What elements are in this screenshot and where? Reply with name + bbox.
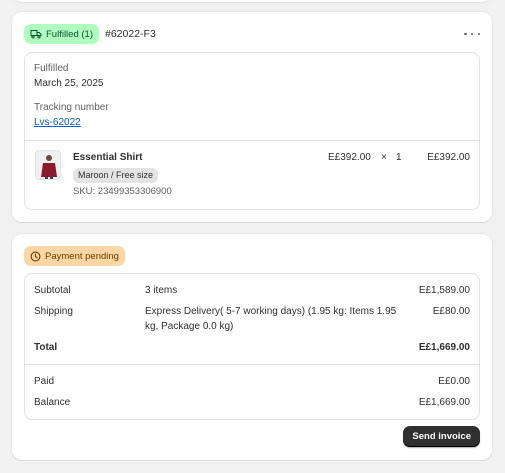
- fulfilled-badge-label: Fulfilled (1): [46, 28, 93, 40]
- subtotal-value: E£1,589.00: [418, 285, 470, 296]
- unit-price: E£392.00: [328, 152, 371, 163]
- product-sku: SKU: 23499353306900: [73, 186, 172, 197]
- shipping-description: Express Delivery( 5-7 working days) (1.9…: [145, 304, 396, 334]
- product-name[interactable]: Essential Shirt: [73, 152, 142, 163]
- more-horizontal-icon[interactable]: [464, 28, 480, 40]
- fulfillment-card: Fulfilled (1) #62022-F3 Fulfilled March …: [12, 12, 492, 222]
- quantity: 1: [396, 152, 402, 163]
- shipping-desc-line1: Express Delivery( 5-7 working days) (1.9…: [145, 306, 397, 317]
- balance-value: E£1,669.00: [418, 397, 470, 408]
- shipping-desc-line2: kg, Package 0.0 kg): [145, 321, 234, 332]
- fulfillment-header: Fulfilled (1) #62022-F3: [24, 24, 480, 44]
- fulfilled-label: Fulfilled: [34, 63, 69, 74]
- multiply-sign: ×: [381, 152, 387, 163]
- total-value: E£1,669.00: [418, 342, 470, 353]
- fulfillment-details: Fulfilled March 25, 2025 Tracking number…: [24, 52, 480, 210]
- balance-label: Balance: [34, 397, 71, 408]
- divider: [25, 140, 479, 141]
- payment-header: Payment pending: [24, 246, 480, 266]
- paid-label: Paid: [34, 376, 55, 387]
- paid-value: E£0.00: [438, 376, 470, 387]
- send-invoice-button[interactable]: Send invoice: [403, 426, 480, 447]
- previous-card-edge: [12, 0, 492, 2]
- order-number: #62022-F3: [105, 28, 156, 40]
- total-label: Total: [34, 342, 58, 353]
- fulfilled-status-badge: Fulfilled (1): [24, 24, 99, 44]
- subtotal-label: Subtotal: [34, 285, 71, 296]
- variant-badge: Maroon / Free size: [73, 168, 159, 183]
- divider: [25, 364, 479, 365]
- tracking-label: Tracking number: [34, 102, 109, 113]
- fulfilled-date: March 25, 2025: [34, 78, 104, 89]
- shipping-label: Shipping: [34, 306, 73, 317]
- clock-icon: [30, 251, 41, 261]
- payment-summary: Subtotal 3 items E£1,589.00 Shipping Exp…: [24, 273, 480, 420]
- line-total: E£392.00: [427, 152, 470, 163]
- subtotal-items: 3 items: [145, 285, 178, 296]
- delivery-truck-icon: [30, 30, 42, 39]
- payment-status-badge: Payment pending: [24, 246, 125, 266]
- payment-badge-label: Payment pending: [45, 250, 119, 262]
- product-thumbnail: [35, 150, 61, 180]
- shipping-value: E£80.00: [432, 306, 470, 317]
- tracking-number-link[interactable]: Lvs-62022: [34, 117, 81, 128]
- payment-card: Payment pending Subtotal 3 items E£1,589…: [12, 234, 492, 460]
